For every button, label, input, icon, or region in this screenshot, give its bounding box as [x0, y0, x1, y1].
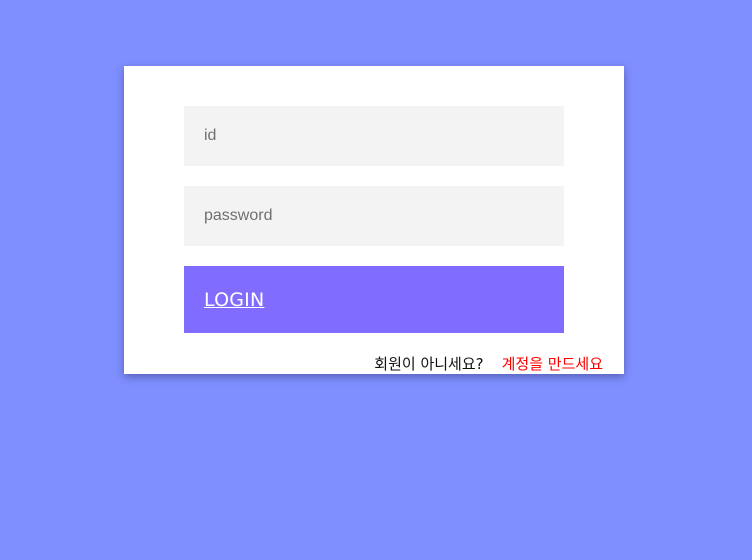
login-button-label[interactable]: LOGIN [204, 289, 264, 311]
id-input[interactable] [184, 106, 564, 166]
signup-link[interactable]: 계정을 만드세요 [502, 355, 603, 373]
login-button[interactable]: LOGIN [184, 266, 564, 333]
password-input[interactable] [184, 186, 564, 246]
signup-prompt: 회원이 아니세요? [374, 355, 484, 373]
login-card: LOGIN 회원이 아니세요? 계정을 만드세요 [124, 66, 624, 374]
signup-row: 회원이 아니세요? 계정을 만드세요 [374, 353, 603, 374]
